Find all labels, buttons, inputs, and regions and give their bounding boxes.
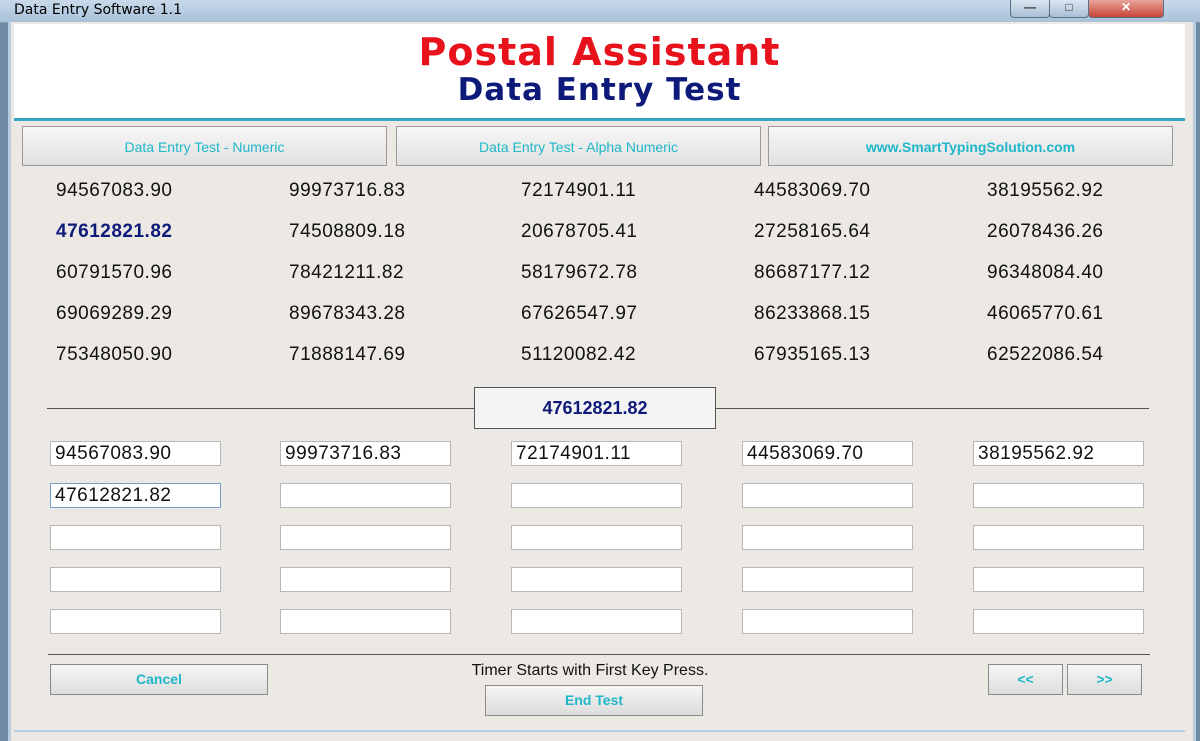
source-number-cell: 38195562.92 — [987, 180, 1104, 201]
source-number-cell: 26078436.26 — [987, 221, 1104, 242]
source-number-cell: 78421211.82 — [289, 262, 405, 283]
entry-input-field[interactable]: 94567083.90 — [50, 441, 221, 466]
tab-numeric[interactable]: Data Entry Test - Numeric — [22, 126, 387, 166]
minimize-icon[interactable]: — — [1010, 0, 1050, 18]
entry-input-field[interactable] — [742, 483, 913, 508]
window-bottom-edge — [14, 730, 1185, 732]
source-number-cell: 67626547.97 — [521, 303, 638, 324]
previous-button[interactable]: << — [988, 664, 1063, 695]
source-number-cell: 94567083.90 — [56, 180, 173, 201]
app-header: Postal Assistant Data Entry Test — [14, 24, 1185, 121]
page-subtitle: Data Entry Test — [457, 72, 742, 108]
entry-input-field[interactable] — [280, 525, 451, 550]
source-number-cell: 96348084.40 — [987, 262, 1104, 283]
entry-input-field[interactable] — [280, 483, 451, 508]
entry-input-field[interactable] — [280, 567, 451, 592]
footer-divider — [48, 654, 1150, 655]
source-number-cell: 99973716.83 — [289, 180, 406, 201]
entry-input-field[interactable] — [280, 609, 451, 634]
source-number-cell: 62522086.54 — [987, 344, 1104, 365]
entry-input-field[interactable] — [511, 525, 682, 550]
entry-input-field[interactable]: 38195562.92 — [973, 441, 1144, 466]
entry-input-field[interactable] — [50, 567, 221, 592]
tab-website-link[interactable]: www.SmartTypingSolution.com — [768, 126, 1173, 166]
entry-input-field[interactable] — [511, 567, 682, 592]
source-number-cell: 58179672.78 — [521, 262, 638, 283]
source-number-cell: 71888147.69 — [289, 344, 406, 365]
source-number-cell: 20678705.41 — [521, 221, 638, 242]
divider-left — [47, 408, 474, 409]
source-number-cell: 51120082.42 — [521, 344, 637, 365]
entry-input-field[interactable] — [50, 525, 221, 550]
entry-input-field[interactable] — [973, 567, 1144, 592]
entry-input-field[interactable]: 47612821.82 — [50, 483, 221, 508]
page-title: Postal Assistant — [418, 30, 781, 74]
source-number-cell: 46065770.61 — [987, 303, 1104, 324]
close-icon[interactable]: ✕ — [1088, 0, 1164, 18]
entry-input-field[interactable]: 44583069.70 — [742, 441, 913, 466]
entry-input-field[interactable] — [742, 609, 913, 634]
source-number-cell: 86687177.12 — [754, 262, 871, 283]
entry-input-field[interactable] — [742, 567, 913, 592]
source-number-cell: 44583069.70 — [754, 180, 871, 201]
next-button[interactable]: >> — [1067, 664, 1142, 695]
source-number-cell: 69069289.29 — [56, 303, 173, 324]
window-title: Data Entry Software 1.1 — [14, 2, 183, 18]
entry-input-field[interactable]: 99973716.83 — [280, 441, 451, 466]
maximize-icon[interactable]: □ — [1049, 0, 1089, 18]
source-number-cell: 27258165.64 — [754, 221, 871, 242]
entry-input-field[interactable] — [973, 483, 1144, 508]
divider-right — [716, 408, 1149, 409]
source-number-cell: 89678343.28 — [289, 303, 406, 324]
source-number-cell: 67935165.13 — [754, 344, 871, 365]
timer-notice: Timer Starts with First Key Press. — [471, 662, 709, 679]
entry-input-field[interactable] — [50, 609, 221, 634]
end-test-button[interactable]: End Test — [485, 685, 703, 716]
entry-input-field[interactable]: 72174901.11 — [511, 441, 682, 466]
source-number-cell: 60791570.96 — [56, 262, 173, 283]
source-number-cell: 75348050.90 — [56, 344, 173, 365]
window-titlebar: Data Entry Software 1.1 — □ ✕ — [0, 0, 1200, 23]
source-number-cell: 74508809.18 — [289, 221, 406, 242]
tab-alpha-numeric[interactable]: Data Entry Test - Alpha Numeric — [396, 126, 761, 166]
entry-input-field[interactable] — [511, 483, 682, 508]
source-number-cell: 86233868.15 — [754, 303, 871, 324]
source-number-cell: 47612821.82 — [56, 221, 173, 242]
entry-input-field[interactable] — [973, 525, 1144, 550]
current-value-display: 47612821.82 — [474, 387, 716, 429]
source-number-cell: 72174901.11 — [521, 180, 637, 201]
entry-input-field[interactable] — [742, 525, 913, 550]
entry-input-field[interactable] — [973, 609, 1144, 634]
entry-input-field[interactable] — [511, 609, 682, 634]
cancel-button[interactable]: Cancel — [50, 664, 268, 695]
